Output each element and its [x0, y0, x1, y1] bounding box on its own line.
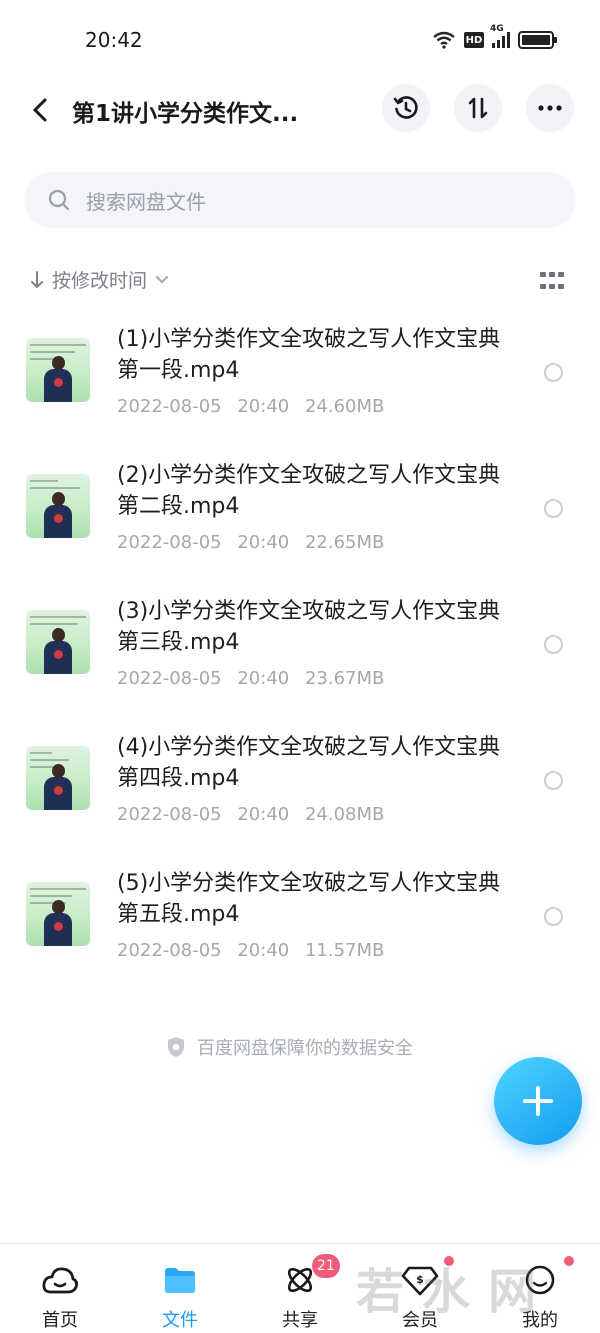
nav-label: 文件 — [162, 1310, 198, 1331]
file-size: 24.08MB — [304, 804, 385, 825]
file-size: 24.60MB — [304, 396, 385, 417]
grid-view-button[interactable] — [540, 272, 564, 292]
search-icon — [46, 187, 72, 213]
sort-label: 按修改时间 — [52, 270, 148, 292]
file-date: 2022-08-05 — [117, 668, 222, 689]
list-item[interactable]: (1)小学分类作文全攻破之写人作文宝典第一段.mp4 2022-08-05 20… — [0, 304, 600, 440]
plus-icon — [523, 1086, 553, 1116]
back-button[interactable] — [26, 94, 54, 126]
file-time: 20:40 — [237, 940, 290, 961]
video-thumbnail — [26, 746, 90, 810]
file-name: (3)小学分类作文全攻破之写人作文宝典第三段.mp4 — [117, 599, 501, 655]
file-size: 23.67MB — [304, 668, 385, 689]
cloud-home-icon — [40, 1260, 80, 1300]
select-radio[interactable] — [544, 907, 563, 926]
share-count-badge: 21 — [312, 1254, 340, 1278]
more-button[interactable] — [526, 84, 574, 132]
file-name: (4)小学分类作文全攻破之写人作文宝典第四段.mp4 — [117, 735, 501, 791]
file-date: 2022-08-05 — [117, 804, 222, 825]
sort-toggle-icon — [468, 97, 488, 119]
file-time: 20:40 — [237, 668, 290, 689]
search-placeholder: 搜索网盘文件 — [86, 189, 206, 214]
list-item[interactable]: (5)小学分类作文全攻破之写人作文宝典第五段.mp4 2022-08-05 20… — [0, 848, 600, 984]
file-meta: 2022-08-05 20:40 22.65MB — [117, 532, 394, 553]
page-title: 第1讲小学分类作文... — [72, 101, 299, 127]
shield-icon — [168, 1037, 184, 1057]
battery-icon — [518, 31, 557, 49]
nav-label: 共享 — [282, 1310, 318, 1331]
add-button[interactable] — [494, 1057, 582, 1145]
history-button[interactable] — [382, 84, 430, 132]
security-note: 百度网盘保障你的数据安全 — [165, 1034, 413, 1060]
nav-item-home[interactable]: 首页 — [0, 1244, 120, 1333]
video-thumbnail — [26, 610, 90, 674]
select-radio[interactable] — [544, 635, 563, 654]
file-meta: 2022-08-05 20:40 11.57MB — [117, 940, 394, 961]
search-input[interactable]: 搜索网盘文件 — [24, 172, 576, 228]
video-thumbnail — [26, 474, 90, 538]
list-item[interactable]: (4)小学分类作文全攻破之写人作文宝典第四段.mp4 2022-08-05 20… — [0, 712, 600, 848]
file-list: (1)小学分类作文全攻破之写人作文宝典第一段.mp4 2022-08-05 20… — [0, 304, 600, 984]
status-time: 20:42 — [85, 28, 143, 52]
file-meta: 2022-08-05 20:40 24.08MB — [117, 804, 394, 825]
hd-badge: HD — [464, 32, 484, 48]
history-icon — [393, 96, 418, 119]
back-arrow-icon — [33, 98, 47, 122]
profile-dot-badge — [564, 1256, 574, 1266]
cell-signal-icon: 4G — [490, 24, 510, 48]
file-name: (5)小学分类作文全攻破之写人作文宝典第五段.mp4 — [117, 871, 501, 927]
nav-item-files[interactable]: 文件 — [120, 1244, 240, 1333]
sort-down-arrow-icon — [31, 270, 43, 288]
status-bar: 20:42 HD 4G — [0, 0, 600, 80]
nav-item-share[interactable]: 21 共享 — [240, 1244, 360, 1333]
more-icon — [538, 105, 562, 111]
file-time: 20:40 — [237, 532, 290, 553]
folder-icon — [160, 1260, 200, 1300]
nav-label: 首页 — [42, 1310, 78, 1331]
file-time: 20:40 — [237, 804, 290, 825]
file-time: 20:40 — [237, 396, 290, 417]
file-meta: 2022-08-05 20:40 23.67MB — [117, 668, 394, 689]
select-radio[interactable] — [544, 771, 563, 790]
file-name: (1)小学分类作文全攻破之写人作文宝典第一段.mp4 — [117, 327, 501, 383]
list-item[interactable]: (3)小学分类作文全攻破之写人作文宝典第三段.mp4 2022-08-05 20… — [0, 576, 600, 712]
file-date: 2022-08-05 — [117, 940, 222, 961]
video-thumbnail — [26, 338, 90, 402]
sort-toggle-button[interactable] — [454, 84, 502, 132]
file-date: 2022-08-05 — [117, 396, 222, 417]
select-radio[interactable] — [544, 363, 563, 382]
video-thumbnail — [26, 882, 90, 946]
title-bar: 第1讲小学分类作文... — [0, 80, 600, 140]
chevron-down-icon — [156, 275, 169, 283]
wifi-icon — [433, 31, 455, 49]
file-size: 11.57MB — [304, 940, 385, 961]
list-item[interactable]: (2)小学分类作文全攻破之写人作文宝典第二段.mp4 2022-08-05 20… — [0, 440, 600, 576]
file-meta: 2022-08-05 20:40 24.60MB — [117, 396, 394, 417]
security-note-text: 百度网盘保障你的数据安全 — [197, 1038, 413, 1059]
status-icons: HD 4G — [432, 24, 557, 52]
watermark: 若水网 — [356, 1264, 555, 1320]
select-radio[interactable] — [544, 499, 563, 518]
file-size: 22.65MB — [304, 532, 385, 553]
file-name: (2)小学分类作文全攻破之写人作文宝典第二段.mp4 — [117, 463, 501, 519]
sort-selector[interactable]: 按修改时间 — [30, 266, 169, 293]
file-date: 2022-08-05 — [117, 532, 222, 553]
